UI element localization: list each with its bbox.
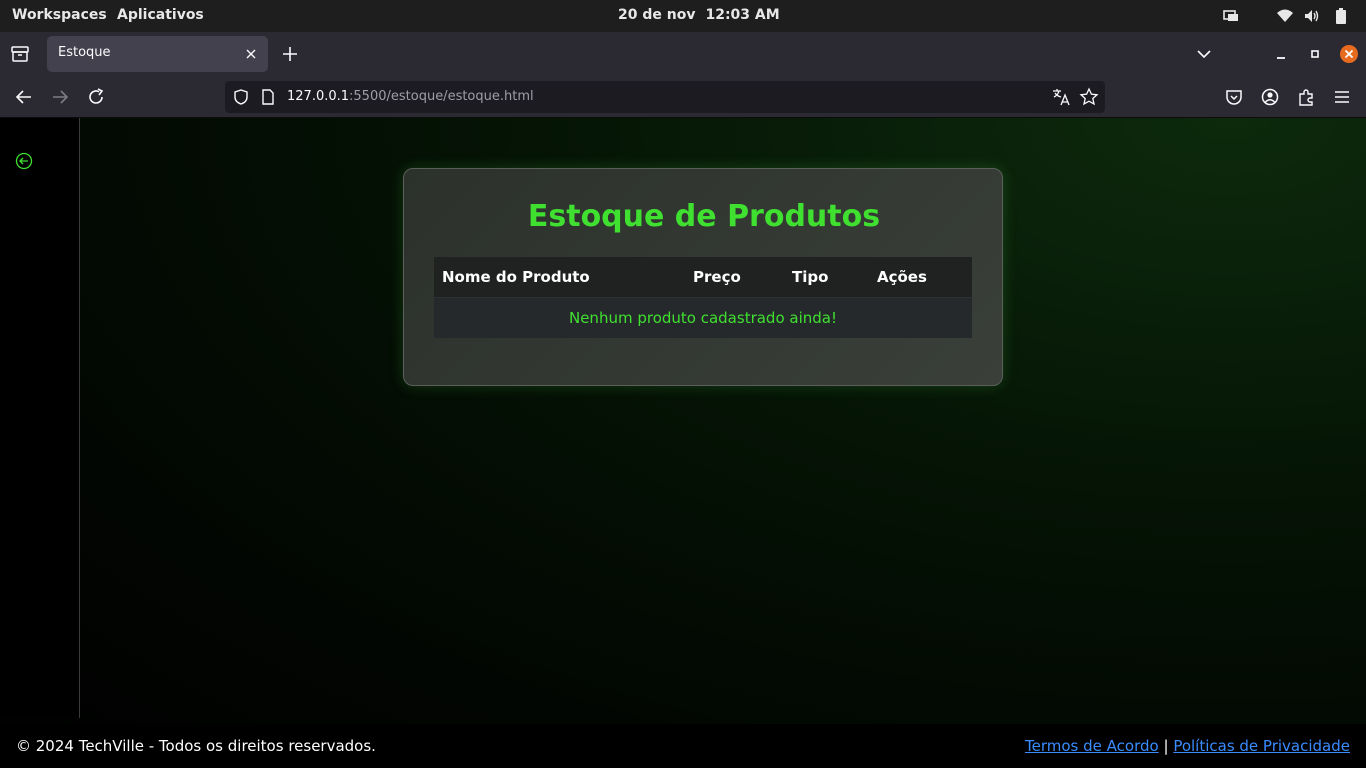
wifi-icon[interactable] bbox=[1277, 8, 1293, 24]
tab-title: Estoque bbox=[58, 45, 111, 60]
products-table: Nome do Produto Preço Tipo Ações Nenhum … bbox=[434, 257, 972, 338]
maximize-icon[interactable] bbox=[1304, 43, 1326, 65]
column-header-type: Tipo bbox=[792, 268, 829, 286]
address-bar[interactable]: 127.0.0.1:5500/estoque/estoque.html bbox=[225, 81, 1105, 113]
close-tab-icon[interactable] bbox=[242, 45, 260, 63]
forward-arrow-icon[interactable] bbox=[49, 86, 71, 108]
browser-navigation-bar: 127.0.0.1:5500/estoque/estoque.html bbox=[0, 76, 1366, 118]
terms-link[interactable]: Termos de Acordo bbox=[1025, 737, 1159, 755]
display-icon[interactable] bbox=[1223, 8, 1239, 24]
empty-message: Nenhum produto cadastrado ainda! bbox=[568, 309, 837, 327]
back-circle-icon[interactable] bbox=[15, 152, 33, 170]
close-window-icon[interactable] bbox=[1338, 43, 1360, 65]
column-header-actions: Ações bbox=[877, 268, 927, 286]
page-info-icon[interactable] bbox=[260, 88, 276, 106]
system-top-bar: Workspaces Aplicativos 20 de nov 12:03 AM bbox=[0, 0, 1366, 32]
tab-estoque[interactable]: Estoque bbox=[47, 36, 268, 72]
column-header-name: Nome do Produto bbox=[442, 268, 590, 286]
firefox-view-icon[interactable] bbox=[9, 43, 31, 65]
copyright-text: © 2024 TechVille - Todos os direitos res… bbox=[16, 737, 376, 755]
url-text[interactable]: 127.0.0.1:5500/estoque/estoque.html bbox=[287, 89, 534, 104]
list-all-tabs-icon[interactable] bbox=[1193, 43, 1215, 65]
page-viewport: Estoque de Produtos Nome do Produto Preç… bbox=[0, 118, 1366, 768]
menu-icon[interactable] bbox=[1331, 86, 1353, 108]
url-path: :5500/estoque/estoque.html bbox=[349, 89, 534, 104]
clock-date: 20 de nov bbox=[618, 7, 696, 23]
applications-button[interactable]: Aplicativos bbox=[117, 7, 204, 23]
privacy-link[interactable]: Políticas de Privacidade bbox=[1173, 737, 1350, 755]
battery-icon[interactable] bbox=[1333, 8, 1349, 24]
account-icon[interactable] bbox=[1259, 86, 1281, 108]
new-tab-icon[interactable] bbox=[279, 43, 301, 65]
bookmark-star-icon[interactable] bbox=[1079, 87, 1099, 107]
table-row: Nenhum produto cadastrado ainda! bbox=[434, 298, 972, 338]
shield-icon[interactable] bbox=[232, 88, 250, 106]
footer-links: Termos de Acordo | Políticas de Privacid… bbox=[1025, 737, 1350, 755]
extensions-icon[interactable] bbox=[1295, 86, 1317, 108]
table-header: Nome do Produto Preço Tipo Ações bbox=[434, 257, 972, 298]
clock[interactable]: 20 de nov 12:03 AM bbox=[618, 7, 780, 23]
browser-tab-strip: Estoque bbox=[0, 32, 1366, 76]
reload-icon[interactable] bbox=[85, 86, 107, 108]
translate-icon[interactable] bbox=[1051, 87, 1071, 107]
url-host: 127.0.0.1 bbox=[287, 89, 350, 104]
footer: © 2024 TechVille - Todos os direitos res… bbox=[0, 724, 1366, 768]
column-header-price: Preço bbox=[693, 268, 741, 286]
volume-icon[interactable] bbox=[1304, 8, 1320, 24]
pocket-icon[interactable] bbox=[1223, 86, 1245, 108]
stock-card: Estoque de Produtos Nome do Produto Preç… bbox=[403, 168, 1003, 386]
workspaces-button[interactable]: Workspaces bbox=[12, 7, 107, 23]
link-separator: | bbox=[1163, 737, 1169, 755]
minimize-icon[interactable] bbox=[1270, 43, 1292, 65]
sidebar bbox=[0, 118, 80, 718]
page-title: Estoque de Produtos bbox=[527, 199, 881, 234]
clock-time: 12:03 AM bbox=[705, 7, 780, 23]
back-arrow-icon[interactable] bbox=[13, 86, 35, 108]
